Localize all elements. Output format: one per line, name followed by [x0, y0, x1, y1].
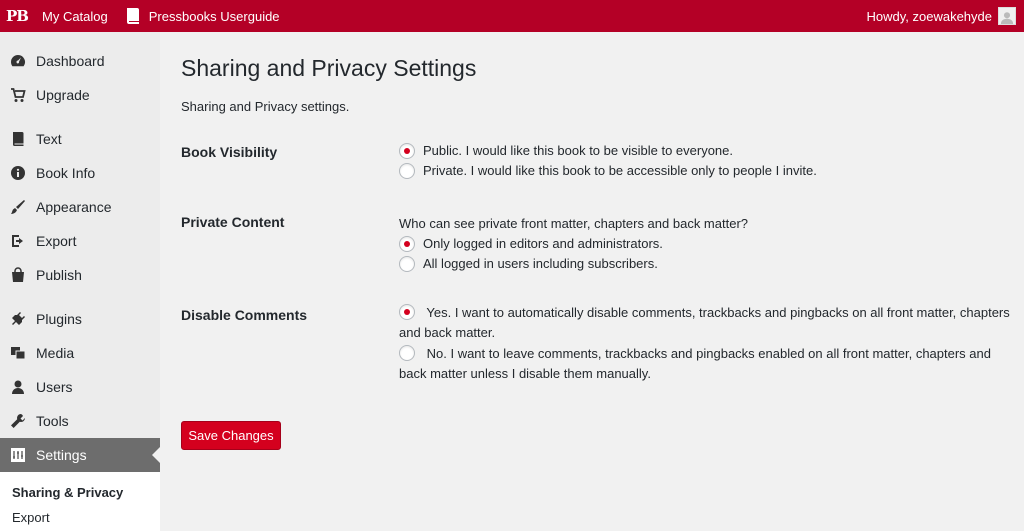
page-title: Sharing and Privacy Settings — [181, 55, 477, 81]
sidebar-item-label: Appearance — [36, 199, 112, 215]
sidebar-item-label: Dashboard — [36, 53, 105, 69]
private-editors-radio[interactable] — [399, 236, 415, 252]
sidebar-item-tools[interactable]: Tools — [0, 404, 160, 438]
greeting-text: Howdy, zoewakehyde — [866, 8, 993, 24]
my-catalog-link[interactable]: My Catalog — [34, 0, 117, 32]
sidebar-item-settings[interactable]: Settings — [0, 438, 160, 472]
comments-enable-text: No. I want to leave comments, trackbacks… — [399, 343, 1019, 384]
sidebar-item-label: Text — [36, 131, 62, 147]
settings-icon — [9, 446, 27, 464]
comments-disable-radio[interactable] — [399, 304, 415, 320]
account-menu[interactable]: Howdy, zoewakehyde — [867, 0, 1024, 32]
book-visibility-options: Public. I would like this book to be vis… — [399, 141, 1019, 181]
private-editors-label: Only logged in editors and administrator… — [423, 236, 663, 251]
sidebar-item-dashboard[interactable]: Dashboard — [0, 44, 160, 78]
admin-bar: PB My Catalog Pressbooks Userguide Howdy… — [0, 0, 1024, 32]
user-icon — [9, 378, 27, 396]
shop-icon — [9, 266, 27, 284]
sidebar-item-upgrade[interactable]: Upgrade — [0, 78, 160, 112]
comments-enable-option[interactable]: No. I want to leave comments, trackbacks… — [399, 343, 1019, 384]
page-description: Sharing and Privacy settings. — [181, 99, 350, 114]
visibility-public-option[interactable]: Public. I would like this book to be vis… — [399, 141, 1019, 161]
pressbooks-logo[interactable]: PB — [0, 0, 34, 32]
disable-comments-row: Disable Comments Yes. I want to automati… — [181, 302, 1024, 384]
settings-submenu: Sharing & Privacy Export — [0, 472, 160, 531]
visibility-public-label: Public. I would like this book to be vis… — [423, 143, 734, 158]
sidebar-item-label: Plugins — [36, 311, 82, 327]
export-icon — [9, 232, 27, 250]
sidebar-item-export[interactable]: Export — [0, 224, 160, 258]
private-subscribers-label: All logged in users including subscriber… — [423, 256, 658, 271]
main-content: Sharing and Privacy Settings Sharing and… — [160, 32, 1024, 531]
sidebar-item-media[interactable]: Media — [0, 336, 160, 370]
submenu-export[interactable]: Export — [0, 505, 160, 530]
disable-comments-options: Yes. I want to automatically disable com… — [399, 302, 1019, 384]
private-subscribers-option[interactable]: All logged in users including subscriber… — [399, 254, 1019, 274]
sidebar-item-text[interactable]: Text — [0, 122, 160, 156]
sidebar-item-publish[interactable]: Publish — [0, 258, 160, 292]
private-editors-option[interactable]: Only logged in editors and administrator… — [399, 234, 1019, 254]
wrench-icon — [9, 412, 27, 430]
save-changes-button[interactable]: Save Changes — [181, 421, 281, 450]
private-content-options: Who can see private front matter, chapte… — [399, 214, 1019, 274]
sidebar-item-label: Tools — [36, 413, 69, 429]
visibility-private-label: Private. I would like this book to be ac… — [423, 163, 817, 178]
visibility-private-radio[interactable] — [399, 163, 415, 179]
book-visibility-label: Book Visibility — [181, 144, 278, 160]
comments-disable-text: Yes. I want to automatically disable com… — [399, 302, 1019, 343]
sidebar-item-book-info[interactable]: Book Info — [0, 156, 160, 190]
admin-sidebar: Dashboard Upgrade Text Book Info Appeara… — [0, 32, 160, 531]
plugin-icon — [9, 310, 27, 328]
submenu-sharing-privacy[interactable]: Sharing & Privacy — [0, 480, 160, 505]
comments-disable-option[interactable]: Yes. I want to automatically disable com… — [399, 302, 1019, 343]
comments-enable-label: No. I want to leave comments, trackbacks… — [399, 346, 991, 381]
book-title-link[interactable]: Pressbooks Userguide — [117, 0, 288, 32]
sidebar-item-label: Users — [36, 379, 73, 395]
book-icon — [9, 130, 27, 148]
private-content-label: Private Content — [181, 214, 285, 230]
cart-icon — [9, 86, 27, 104]
sidebar-item-label: Settings — [36, 447, 87, 463]
sidebar-item-plugins[interactable]: Plugins — [0, 302, 160, 336]
brush-icon — [9, 198, 27, 216]
sidebar-item-appearance[interactable]: Appearance — [0, 190, 160, 224]
private-subscribers-radio[interactable] — [399, 256, 415, 272]
visibility-public-radio[interactable] — [399, 143, 415, 159]
book-icon — [125, 7, 141, 25]
sidebar-item-label: Publish — [36, 267, 82, 283]
sidebar-item-label: Export — [36, 233, 77, 249]
avatar[interactable] — [998, 7, 1016, 25]
comments-disable-label: Yes. I want to automatically disable com… — [399, 305, 1010, 340]
private-content-question: Who can see private front matter, chapte… — [399, 216, 749, 231]
book-title-label: Pressbooks Userguide — [148, 8, 280, 24]
info-icon — [9, 164, 27, 182]
sidebar-item-users[interactable]: Users — [0, 370, 160, 404]
dashboard-icon — [9, 52, 27, 70]
sidebar-item-label: Book Info — [36, 165, 96, 181]
visibility-private-option[interactable]: Private. I would like this book to be ac… — [399, 161, 1019, 181]
comments-enable-radio[interactable] — [399, 345, 415, 361]
sidebar-item-label: Media — [36, 345, 75, 361]
private-content-row: Private Content Who can see private fron… — [181, 214, 1024, 274]
book-visibility-row: Book Visibility Public. I would like thi… — [181, 141, 1024, 181]
sidebar-item-label: Upgrade — [36, 87, 90, 103]
disable-comments-label: Disable Comments — [181, 307, 308, 323]
media-icon — [9, 344, 27, 362]
